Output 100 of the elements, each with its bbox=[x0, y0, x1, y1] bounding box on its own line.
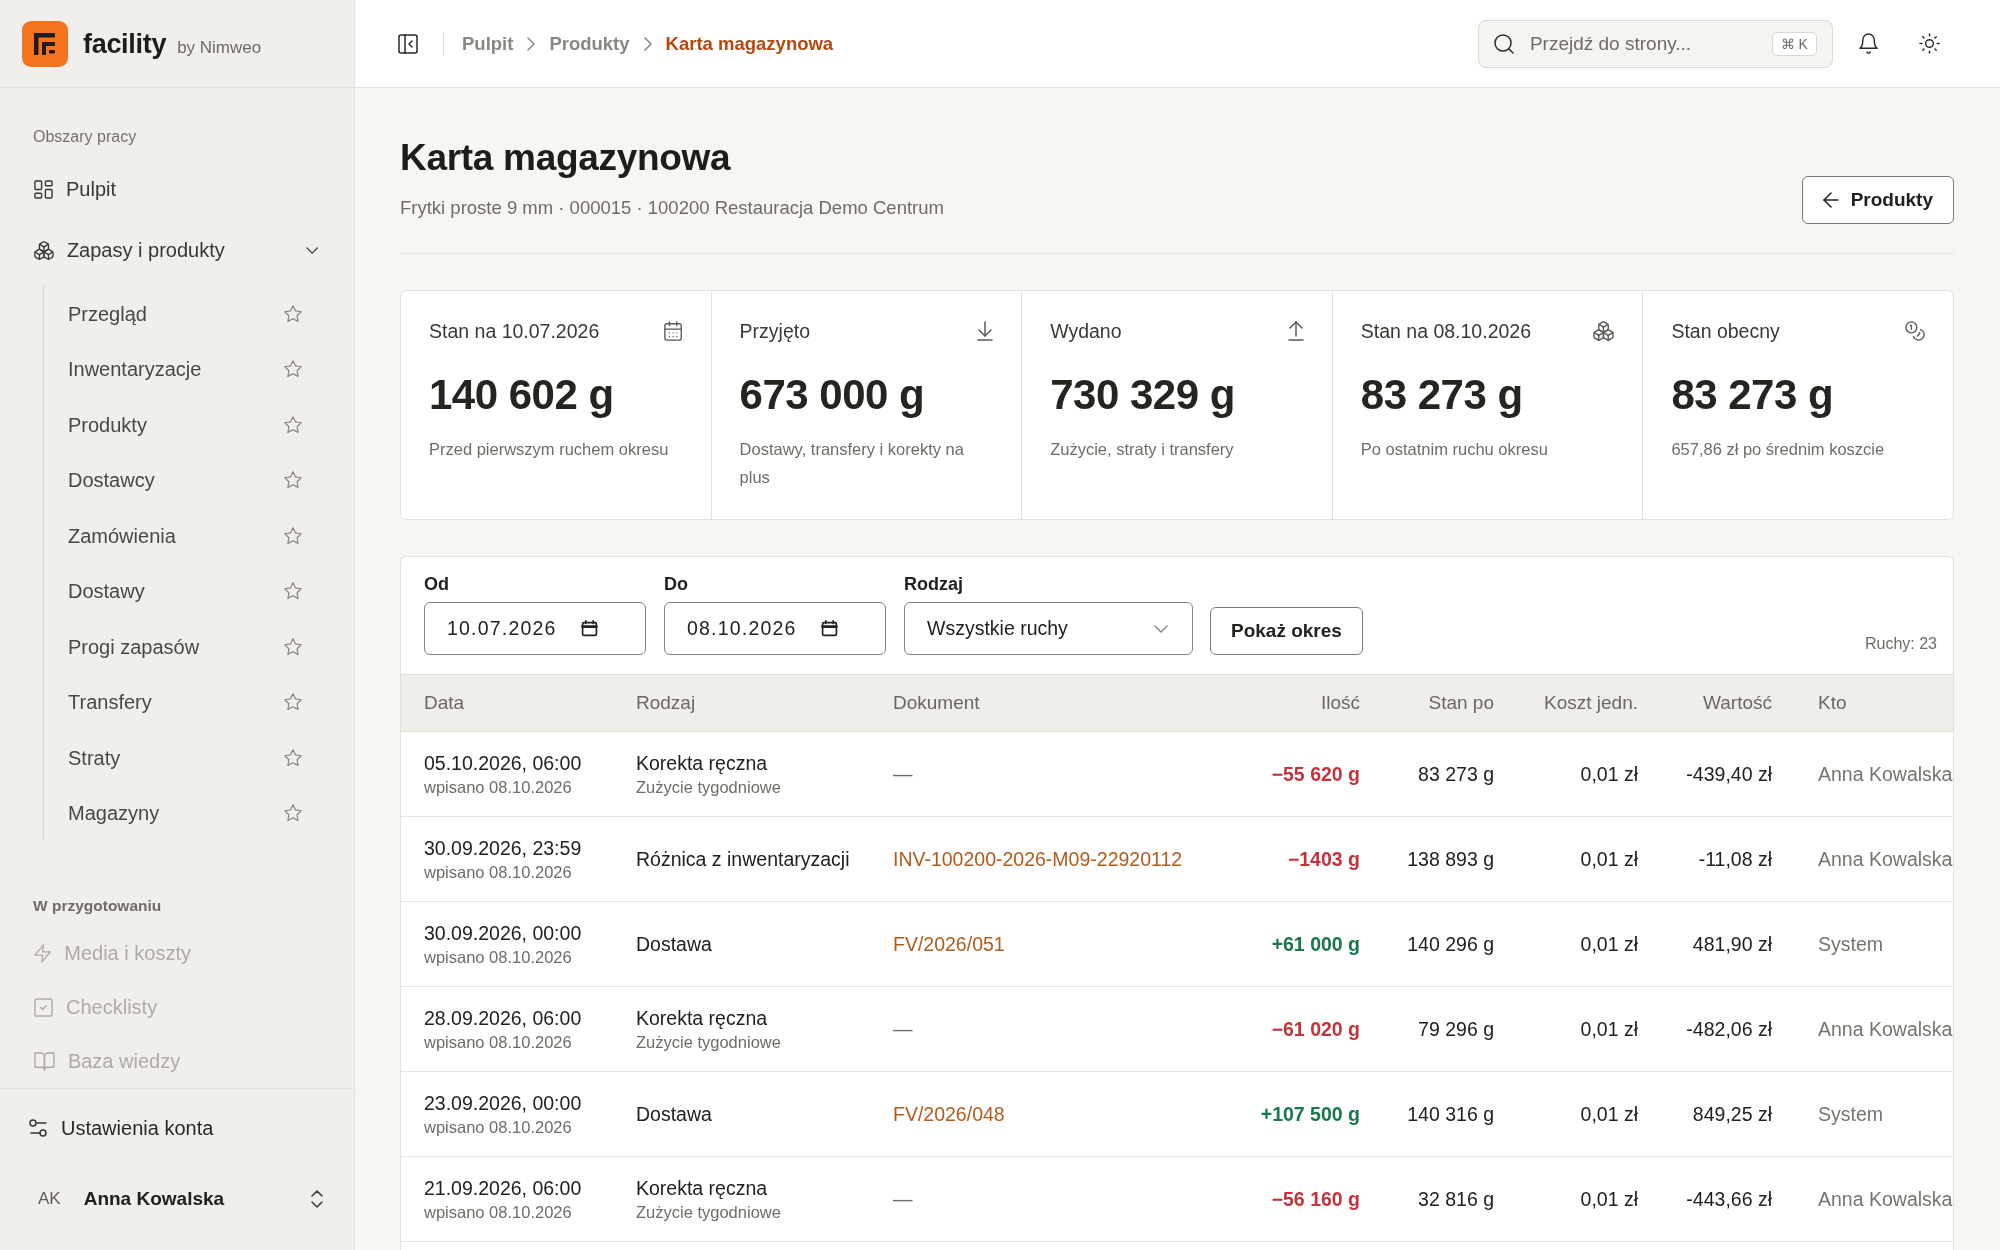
empty-document-dash: — bbox=[893, 1188, 913, 1210]
movement-count: Ruchy: 23 bbox=[1864, 634, 1937, 654]
settings-link[interactable]: Ustawienia konta bbox=[29, 1112, 214, 1144]
avatar-initials: AK bbox=[38, 1188, 61, 1211]
sidebar-item[interactable]: Inwentaryzacje bbox=[68, 356, 202, 383]
empty-document-dash: — bbox=[893, 763, 913, 785]
sidebar-item[interactable]: Pulpit bbox=[34, 173, 117, 205]
movement-date: 21.09.2026, 06:00 bbox=[424, 1176, 582, 1201]
unit-cost-value: 0,01 zł bbox=[1580, 1188, 1638, 1210]
unit-cost-value: 0,01 zł bbox=[1580, 1018, 1638, 1040]
star-icon[interactable] bbox=[284, 693, 302, 712]
chevron-right-icon bbox=[527, 36, 536, 51]
user-name: Anna Kowalska bbox=[83, 1186, 225, 1211]
star-icon[interactable] bbox=[284, 804, 302, 823]
amount-value: 849,25 zł bbox=[1692, 1103, 1772, 1125]
breadcrumb-link[interactable]: Produkty bbox=[549, 29, 630, 58]
sidebar-item[interactable]: Dostawy bbox=[68, 578, 145, 605]
quantity-value: −55 620 g bbox=[1271, 763, 1360, 785]
author-name: System bbox=[1818, 1103, 1883, 1125]
chevron-down-icon bbox=[1154, 624, 1168, 633]
movement-type: Dostawa bbox=[636, 1102, 712, 1127]
star-icon[interactable] bbox=[284, 582, 302, 601]
column-header: Rodzaj bbox=[636, 691, 696, 713]
breadcrumb-link[interactable]: Karta magazynowa bbox=[665, 29, 834, 58]
stat-note: Po ostatnim ruchu okresu bbox=[1360, 439, 1548, 460]
stat-label: Przyjęto bbox=[739, 319, 811, 343]
show-period-button[interactable]: Pokaż okres bbox=[1210, 607, 1363, 655]
sidebar-item[interactable]: Transfery bbox=[68, 689, 152, 716]
upload-icon bbox=[1287, 321, 1304, 341]
amount-value: -482,06 zł bbox=[1686, 1018, 1772, 1040]
sidebar-item[interactable]: Przegląd bbox=[68, 300, 147, 327]
stat-label: Wydano bbox=[1050, 319, 1122, 343]
amount-value: -443,66 zł bbox=[1686, 1188, 1772, 1210]
logo-icon bbox=[22, 20, 68, 67]
balance-value: 140 296 g bbox=[1407, 933, 1494, 955]
date-field[interactable]: 10.07.2026 bbox=[424, 602, 646, 655]
chevrons-up-down-icon[interactable] bbox=[311, 1190, 323, 1208]
back-button[interactable]: Produkty bbox=[1801, 176, 1954, 224]
star-icon[interactable] bbox=[284, 471, 302, 490]
sidebar-item[interactable]: Zapasy i produkty bbox=[34, 234, 318, 266]
date-field[interactable]: 08.10.2026 bbox=[664, 602, 886, 655]
star-icon[interactable] bbox=[284, 304, 302, 323]
column-header: Data bbox=[424, 691, 465, 713]
movement-date: 30.09.2026, 00:00 bbox=[424, 921, 582, 946]
sliders-icon bbox=[29, 1119, 47, 1137]
entry-date-note: wpisano 08.10.2026 bbox=[424, 1202, 572, 1223]
sun-icon[interactable] bbox=[1919, 33, 1940, 54]
field-label: Rodzaj bbox=[904, 573, 963, 596]
stat-label: Stan na 10.07.2026 bbox=[429, 319, 600, 343]
document-link[interactable]: FV/2026/051 bbox=[893, 933, 1005, 955]
author-name: Anna Kowalska bbox=[1818, 1188, 1953, 1210]
sidebar-item[interactable]: Dostawcy bbox=[68, 467, 155, 494]
page-subtitle: Frytki proste 9 mm · 000015 · 100200 Restauracja Demo Centrum bbox=[400, 196, 944, 220]
star-icon[interactable] bbox=[284, 637, 302, 656]
movement-type: Korekta ręczna bbox=[636, 751, 768, 776]
amount-value: -11,08 zł bbox=[1698, 848, 1772, 870]
stat-label: Stan obecny bbox=[1671, 319, 1780, 343]
stat-note: Zużycie, straty i transfery bbox=[1050, 439, 1234, 460]
column-header: Koszt jedn. bbox=[1544, 691, 1638, 713]
entry-date-note: wpisano 08.10.2026 bbox=[424, 1117, 572, 1138]
sidebar-item[interactable]: Zamówienia bbox=[68, 522, 176, 549]
author-name: System bbox=[1818, 933, 1883, 955]
book-icon bbox=[34, 1051, 55, 1071]
page-title: Karta magazynowa bbox=[400, 136, 731, 180]
breadcrumb-link[interactable]: Pulpit bbox=[462, 29, 514, 58]
stat-label: Stan na 08.10.2026 bbox=[1360, 319, 1532, 343]
document-link[interactable]: INV-100200-2026-M09-22920112 bbox=[893, 848, 1183, 870]
stat-value: 83 273 g bbox=[1360, 370, 1523, 420]
calendar-icon[interactable] bbox=[580, 620, 598, 637]
column-header: Kto bbox=[1818, 691, 1847, 713]
document-link[interactable]: FV/2026/048 bbox=[893, 1103, 1005, 1125]
balance-value: 83 273 g bbox=[1418, 763, 1494, 785]
star-icon[interactable] bbox=[284, 526, 302, 545]
movement-type: Korekta ręczna bbox=[636, 1176, 768, 1201]
calendar-icon[interactable] bbox=[820, 620, 838, 637]
select-field[interactable]: Wszystkie ruchy bbox=[904, 602, 1193, 655]
stat-note: Przed pierwszym ruchem okresu bbox=[429, 439, 669, 460]
unit-cost-value: 0,01 zł bbox=[1580, 848, 1638, 870]
star-icon[interactable] bbox=[284, 360, 302, 379]
entry-date-note: wpisano 08.10.2026 bbox=[424, 1032, 572, 1053]
sidebar-item[interactable]: Straty bbox=[68, 744, 121, 771]
bell-icon[interactable] bbox=[1858, 33, 1878, 54]
sidebar-item[interactable]: Progi zapasów bbox=[68, 633, 200, 660]
quantity-value: −61 020 g bbox=[1271, 1018, 1360, 1040]
field-label: Do bbox=[664, 573, 688, 596]
section-heading: Obszary pracy bbox=[33, 127, 137, 147]
balance-value: 32 816 g bbox=[1418, 1188, 1494, 1210]
unit-cost-value: 0,01 zł bbox=[1580, 933, 1638, 955]
sidebar-toggle-icon[interactable] bbox=[398, 33, 418, 54]
chevron-down-icon[interactable] bbox=[305, 246, 318, 254]
sidebar-item[interactable]: Produkty bbox=[68, 411, 147, 438]
lightning-icon bbox=[34, 943, 52, 963]
check-square-icon bbox=[34, 997, 53, 1017]
balance-value: 138 893 g bbox=[1407, 848, 1494, 870]
sidebar-item[interactable]: Magazyny bbox=[68, 800, 160, 827]
section-heading: W przygotowaniu bbox=[33, 896, 162, 916]
stat-value: 673 000 g bbox=[739, 370, 925, 420]
movement-reason: Zużycie tygodniowe bbox=[636, 1032, 781, 1053]
star-icon[interactable] bbox=[284, 748, 302, 767]
star-icon[interactable] bbox=[284, 415, 302, 434]
